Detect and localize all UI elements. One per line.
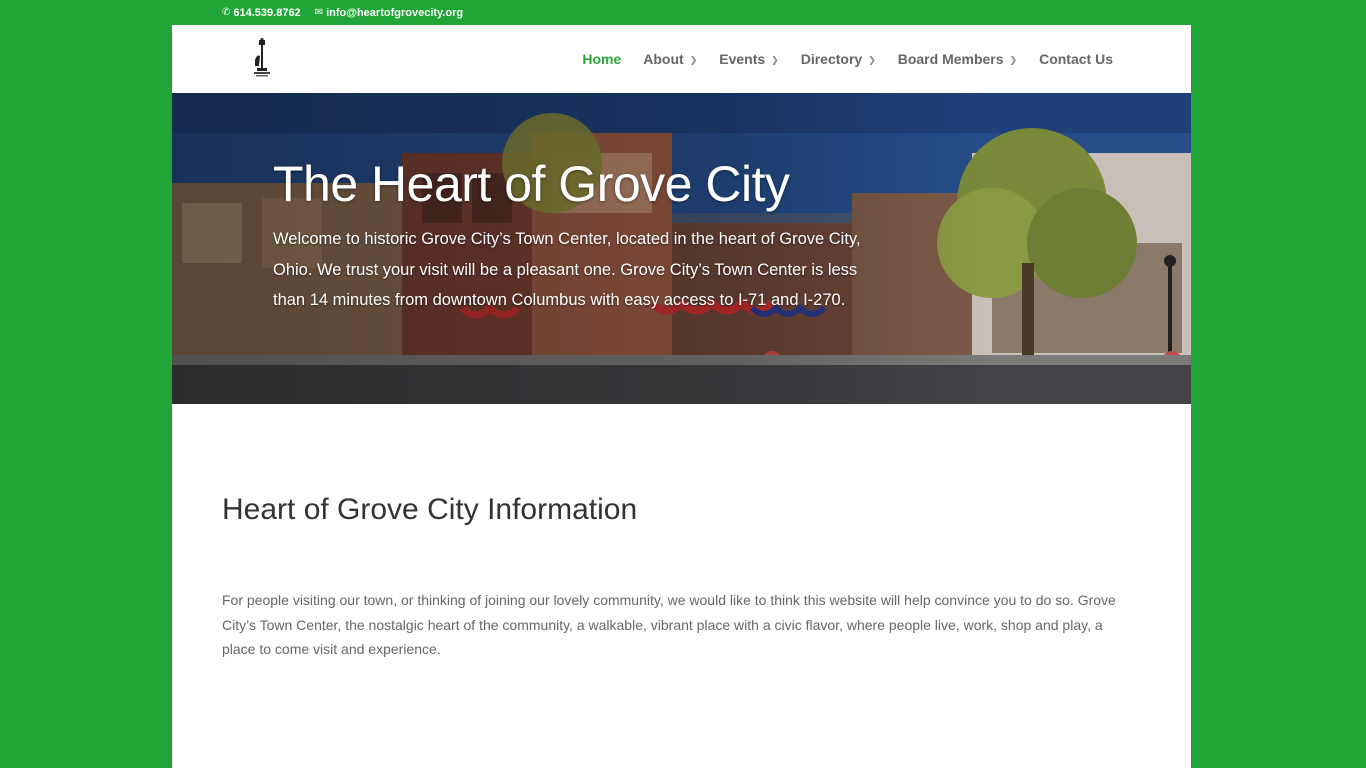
nav-item-label: Home	[582, 51, 622, 67]
nav-item-about[interactable]: About ❯	[643, 51, 697, 67]
info-heading: Heart of Grove City Information	[222, 493, 638, 526]
nav-item-directory[interactable]: Directory ❯	[801, 51, 876, 67]
nav-item-label: Directory	[800, 51, 863, 67]
nav-item-events[interactable]: Events ❯	[719, 51, 778, 67]
phone-number: 614.539.8762	[233, 6, 301, 19]
hero-title: The Heart of Grove City	[273, 156, 790, 212]
site-header: Home About ❯ Events ❯ Directory ❯ Board …	[172, 25, 1191, 93]
hero-description: Welcome to historic Grove City’s Town Ce…	[273, 230, 861, 309]
main-nav: Home About ❯ Events ❯ Directory ❯ Board …	[582, 25, 1113, 93]
page-container: Home About ❯ Events ❯ Directory ❯ Board …	[172, 25, 1191, 768]
top-bar: ✆ 614.539.8762 ✉ info@heartofgrovecity.o…	[172, 0, 1191, 25]
nav-item-board-members[interactable]: Board Members ❯	[898, 51, 1017, 67]
nav-item-label: Events	[719, 51, 766, 67]
nav-item-label: Contact Us	[1039, 51, 1113, 67]
envelope-icon: ✉	[314, 6, 324, 18]
email-address: info@heartofgrovecity.org	[326, 6, 464, 19]
site-logo[interactable]	[252, 38, 272, 80]
phone-link[interactable]: ✆ 614.539.8762	[222, 7, 301, 19]
nav-item-label: Board Members	[897, 51, 1004, 67]
nav-item-home[interactable]: Home	[582, 51, 621, 67]
email-link[interactable]: ✉ info@heartofgrovecity.org	[315, 7, 463, 19]
info-paragraph: For people visiting our town, or thinkin…	[222, 592, 1116, 657]
phone-icon: ✆	[222, 6, 231, 18]
nav-item-contact-us[interactable]: Contact Us	[1039, 51, 1113, 67]
nav-item-label: About	[643, 51, 684, 67]
chevron-down-icon: ❯	[689, 54, 698, 65]
lamppost-logo-icon	[254, 38, 270, 77]
hero-banner: The Heart of Grove City Welcome to histo…	[172, 93, 1191, 404]
chevron-down-icon: ❯	[868, 54, 876, 65]
chevron-down-icon: ❯	[1009, 54, 1018, 65]
chevron-down-icon: ❯	[771, 54, 779, 65]
